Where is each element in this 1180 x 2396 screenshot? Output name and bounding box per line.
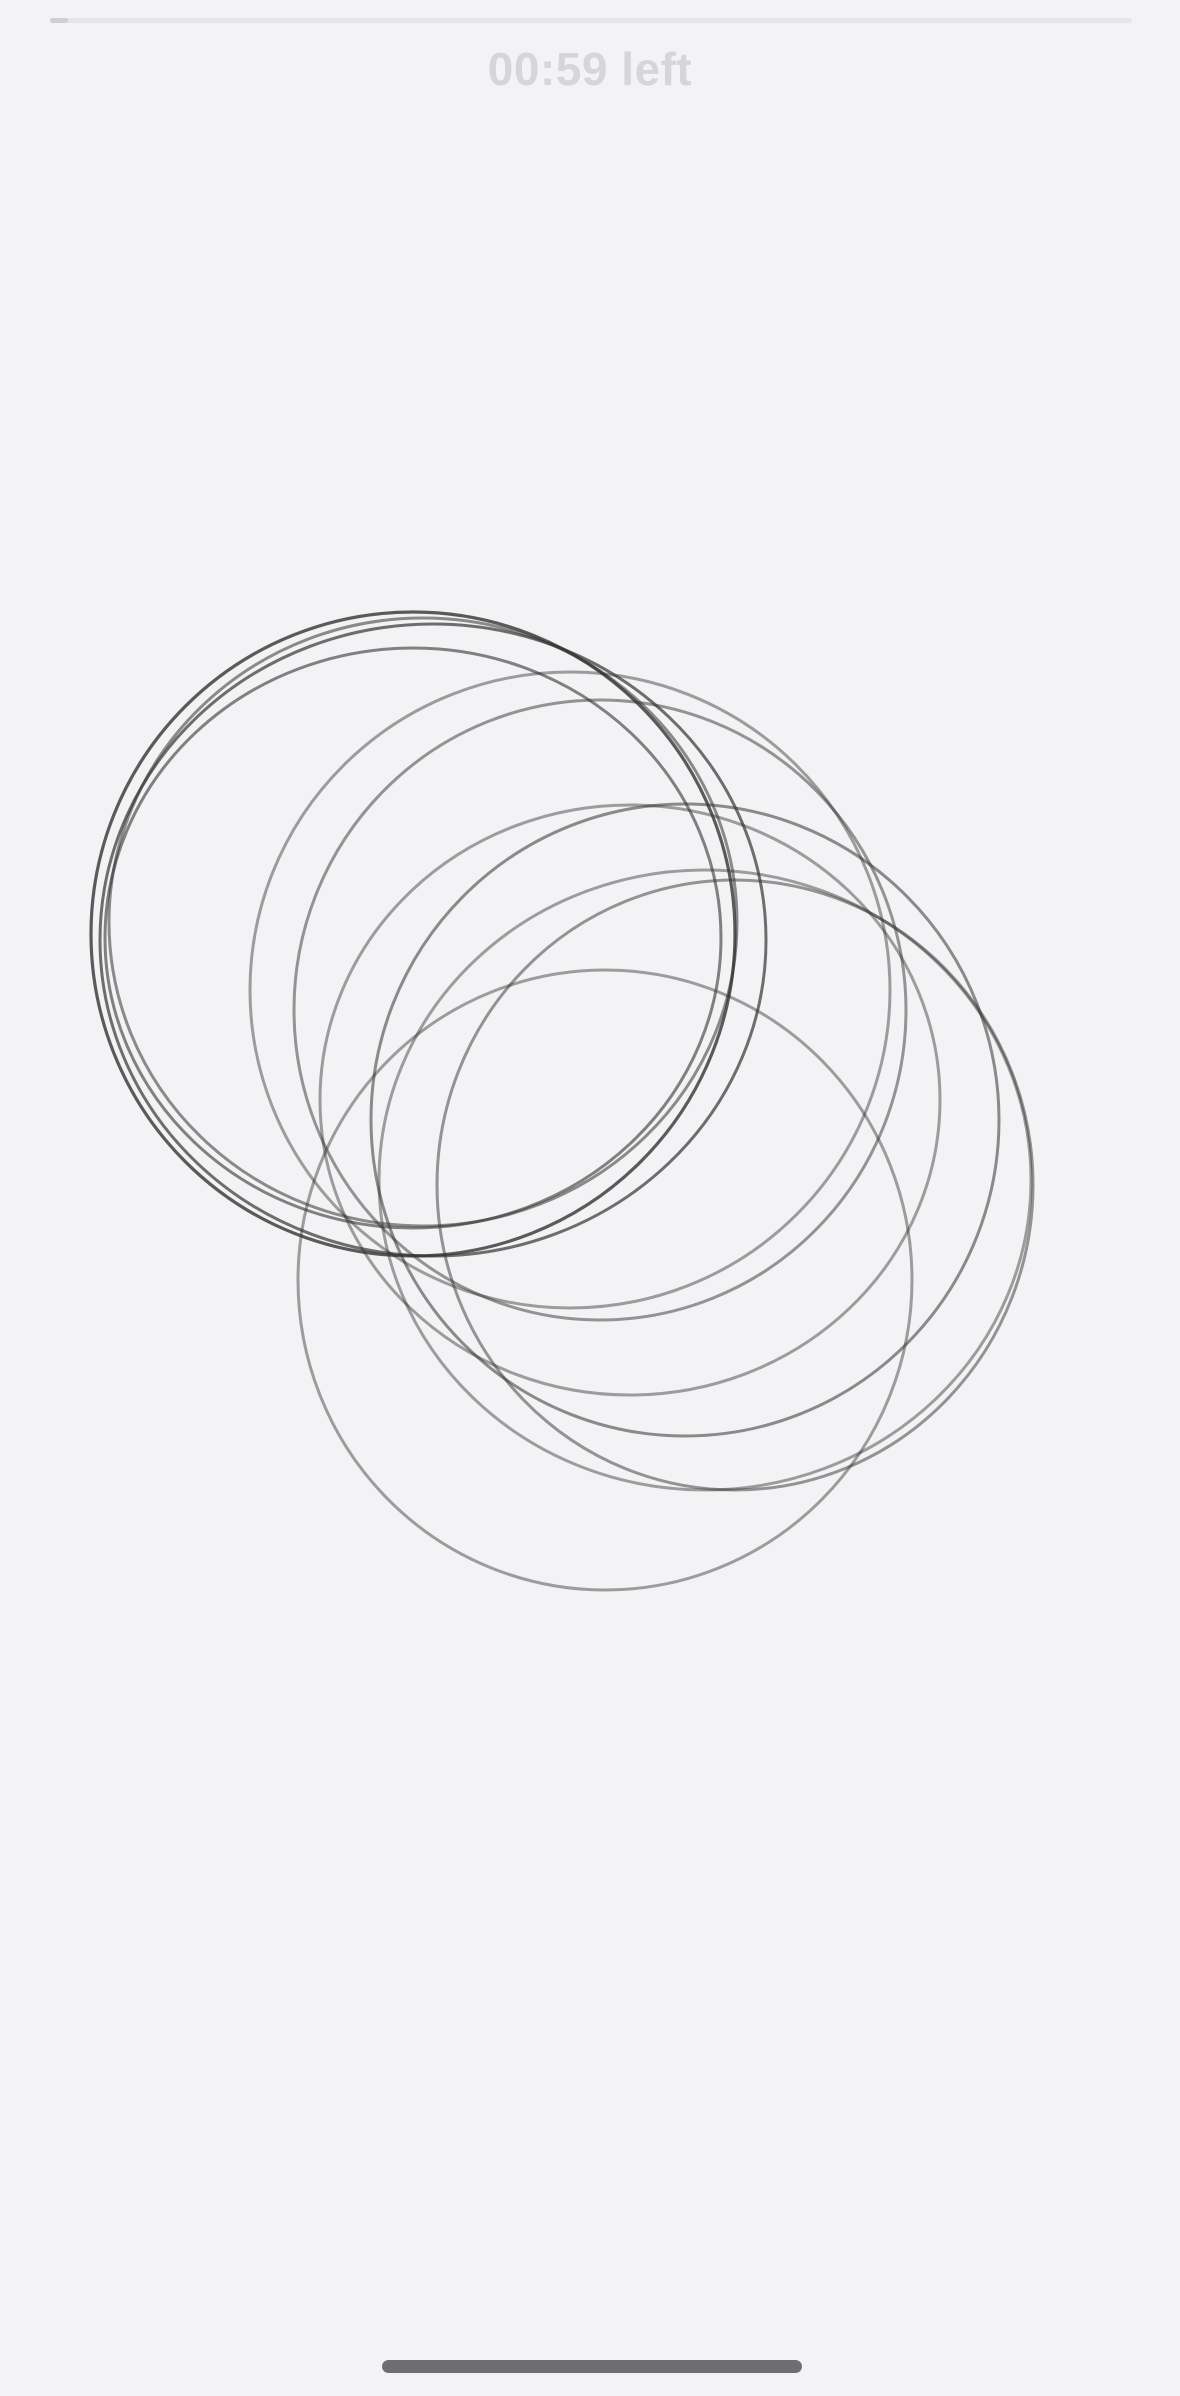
drawn-circle-stroke <box>98 622 768 1258</box>
home-indicator[interactable] <box>382 2360 802 2373</box>
drawn-circle-stroke <box>248 670 892 1310</box>
drawn-circle-stroke <box>296 968 914 1592</box>
drawn-circle-stroke <box>103 646 723 1230</box>
drawn-circle-stroke <box>377 868 1033 1492</box>
drawn-circle-stroke <box>435 878 1035 1492</box>
drawn-circle-stroke <box>318 803 942 1397</box>
drawn-circle-stroke <box>89 610 737 1258</box>
drawing-canvas[interactable] <box>0 0 1180 2396</box>
